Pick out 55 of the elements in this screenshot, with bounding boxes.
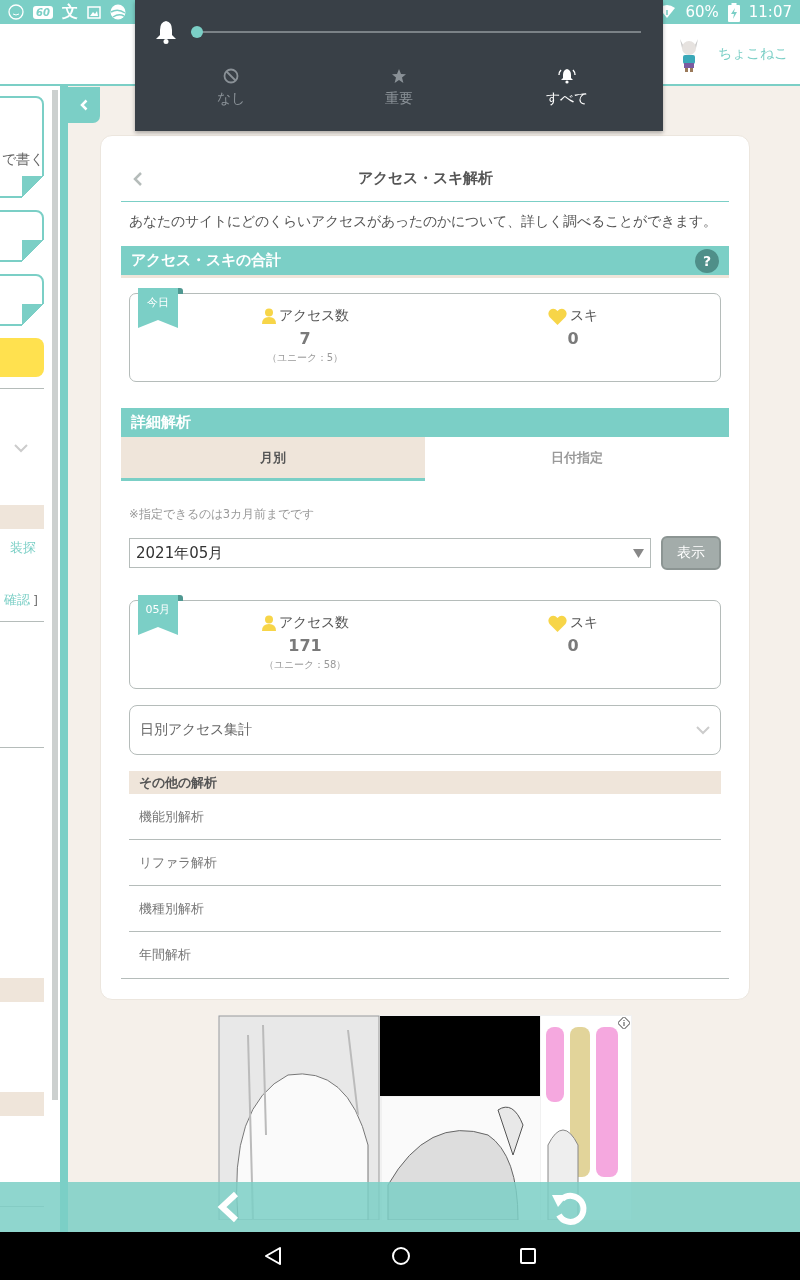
person-icon: [261, 615, 276, 631]
star-icon: [391, 68, 407, 84]
ringing-bell-icon: [558, 68, 576, 84]
subsection-title: その他の解析: [139, 773, 217, 792]
stat-label: アクセス数: [278, 307, 349, 325]
mode-option[interactable]: 重要: [315, 64, 483, 118]
stat-label: スキ: [570, 307, 598, 325]
ban-icon: [223, 68, 239, 84]
mode-option[interactable]: すべて: [483, 64, 651, 118]
analysis-link[interactable]: 機種別解析: [129, 886, 721, 932]
tab[interactable]: 月別: [121, 437, 425, 481]
stat-value: 0: [567, 329, 579, 348]
description: あなたのサイトにどのくらいアクセスがあったのかについて、詳しく調べることができます。: [129, 212, 718, 231]
section-title: 詳細解析: [131, 413, 191, 432]
chevron-left-icon: [80, 99, 88, 111]
stat-value: 171: [288, 636, 322, 655]
clock: 11:07: [748, 3, 792, 21]
notification-glyph: 文: [61, 1, 78, 23]
note-card[interactable]: で書く: [0, 96, 44, 198]
help-button[interactable]: ?: [695, 248, 719, 273]
home-icon[interactable]: [391, 1246, 411, 1266]
accordion[interactable]: 日別アクセス集計: [129, 705, 721, 755]
month-select[interactable]: 2021年05月: [129, 538, 651, 568]
analysis-link[interactable]: 機能別解析: [129, 794, 721, 840]
ball-icon: [109, 4, 126, 20]
heart-icon: [548, 307, 567, 325]
stat-value: 0: [567, 636, 579, 655]
bracket-text: ]: [32, 592, 38, 608]
analysis-link[interactable]: 年間解析: [129, 932, 721, 978]
caret-icon: [633, 548, 644, 558]
scrollbar[interactable]: [52, 90, 58, 1100]
unique-count: （ユニーク：58）: [263, 658, 347, 672]
date-ribbon: 今日: [138, 288, 178, 328]
unique-count: （ユニーク：5）: [266, 351, 344, 365]
date-ribbon: 05月: [138, 595, 178, 635]
battery-percent: 60%: [685, 3, 719, 21]
image-icon: [86, 5, 101, 19]
chevron-down-icon[interactable]: [14, 444, 28, 453]
note-text: ※指定できるのは3カ月前までです: [129, 506, 315, 523]
info-icon[interactable]: [618, 1017, 630, 1029]
heart-icon: [548, 614, 567, 632]
bell-icon: [155, 20, 177, 44]
notification-badge: 60: [33, 5, 53, 19]
face-icon: [8, 4, 24, 20]
analysis-link[interactable]: リファラ解析: [129, 840, 721, 886]
card-text: で書く: [2, 151, 44, 168]
mode-option[interactable]: なし: [147, 64, 315, 118]
person-icon: [261, 308, 276, 324]
section-title: アクセス・スキの合計: [131, 251, 281, 270]
page-title: アクセス・スキ解析: [357, 169, 493, 188]
stat-label: アクセス数: [278, 614, 349, 632]
collapse-button[interactable]: [68, 87, 100, 123]
stat-label: スキ: [570, 614, 598, 632]
stat-value: 7: [299, 329, 311, 348]
recents-icon[interactable]: [520, 1248, 536, 1264]
